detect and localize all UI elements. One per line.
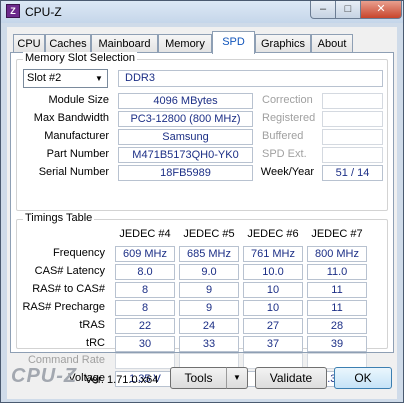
window-title: CPU-Z	[25, 5, 62, 19]
module-size-value: 4096 MBytes	[118, 93, 253, 109]
memory-type-field: DDR3	[118, 70, 383, 87]
tools-dropdown-button[interactable]: ▼	[226, 367, 248, 389]
cpuz-logo: CPU-Z	[11, 365, 78, 387]
manufacturer-label: Manufacturer	[44, 130, 109, 142]
cpuz-window: Z CPU-Z – □ ✕ CPU Caches Mainboard Memor…	[0, 0, 404, 403]
timing-cell: 10	[243, 282, 303, 298]
max-bandwidth-label: Max Bandwidth	[33, 112, 109, 124]
timings-group-title: Timings Table	[23, 212, 95, 224]
slot-select[interactable]: Slot #2 ▼	[23, 69, 108, 88]
timing-cell: 8.0	[115, 264, 175, 280]
timing-cell: 8	[115, 282, 175, 298]
memory-slot-group-title: Memory Slot Selection	[23, 52, 138, 64]
minimize-button[interactable]: –	[310, 1, 336, 19]
timing-row-label: CAS# Latency	[34, 265, 105, 277]
timing-row-label: Frequency	[53, 247, 105, 259]
ok-button[interactable]: OK	[334, 367, 392, 389]
part-number-label: Part Number	[46, 148, 109, 160]
timing-cell: 9.0	[179, 264, 239, 280]
chevron-down-icon: ▼	[95, 74, 103, 83]
buffered-label: Buffered	[262, 130, 304, 142]
timing-cell: 11	[307, 300, 367, 316]
timing-cell: 8	[115, 300, 175, 316]
max-bandwidth-value: PC3-12800 (800 MHz)	[118, 111, 253, 127]
validate-button[interactable]: Validate	[255, 367, 327, 389]
timing-row-label: RAS# to CAS#	[32, 283, 105, 295]
maximize-button[interactable]: □	[335, 1, 361, 19]
timing-cell: 27	[243, 318, 303, 334]
timing-cell: 9	[179, 300, 239, 316]
registered-label: Registered	[262, 112, 316, 124]
timing-cell: 761 MHz	[243, 246, 303, 262]
timing-cell: 30	[115, 336, 175, 352]
timing-column-header: JEDEC #4	[119, 228, 171, 240]
version-label: Ver. 1.71.0.x64	[85, 374, 159, 386]
tab-caches[interactable]: Caches	[45, 34, 91, 54]
manufacturer-value: Samsung	[118, 129, 253, 145]
tab-spd[interactable]: SPD	[212, 31, 255, 54]
timing-cell: 9	[179, 282, 239, 298]
spd-ext-label: SPD Ext.	[262, 148, 307, 160]
spd-ext-value	[322, 147, 383, 163]
footer-bar: CPU-Z Ver. 1.71.0.x64 Tools ▼ Validate O…	[7, 357, 397, 397]
serial-number-value: 18FB5989	[118, 165, 253, 181]
timing-column-header: JEDEC #7	[311, 228, 363, 240]
timing-row-label: RAS# Precharge	[22, 301, 105, 313]
slot-select-value: Slot #2	[27, 72, 62, 84]
client-area: CPU Caches Mainboard Memory SPD Graphics…	[7, 27, 397, 399]
part-number-value: M471B5173QH0-YK0	[118, 147, 253, 163]
timing-cell: 10.0	[243, 264, 303, 280]
tab-memory[interactable]: Memory	[158, 34, 212, 54]
cpuz-app-icon: Z	[6, 4, 20, 18]
timing-cell: 800 MHz	[307, 246, 367, 262]
tab-mainboard[interactable]: Mainboard	[91, 34, 158, 54]
tab-cpu[interactable]: CPU	[13, 34, 45, 54]
correction-label: Correction	[262, 94, 313, 106]
chevron-down-icon: ▼	[233, 373, 241, 382]
close-button[interactable]: ✕	[360, 1, 402, 19]
timing-cell: 609 MHz	[115, 246, 175, 262]
spd-tab-page: Memory Slot Selection Slot #2 ▼ DDR3 Mod…	[10, 52, 394, 387]
module-size-label: Module Size	[48, 94, 109, 106]
registered-value	[322, 111, 383, 127]
timing-cell: 24	[179, 318, 239, 334]
timing-cell: 685 MHz	[179, 246, 239, 262]
title-bar[interactable]: Z CPU-Z – □ ✕	[1, 1, 403, 23]
serial-number-label: Serial Number	[38, 166, 109, 178]
week-year-label: Week/Year	[260, 166, 314, 178]
timing-cell: 10	[243, 300, 303, 316]
buffered-value	[322, 129, 383, 145]
tab-about[interactable]: About	[311, 34, 353, 54]
timing-cell: 11.0	[307, 264, 367, 280]
week-year-value: 51 / 14	[322, 165, 383, 181]
timing-cell: 28	[307, 318, 367, 334]
timing-column-header: JEDEC #5	[183, 228, 235, 240]
timing-row-label: tRC	[86, 337, 105, 349]
timing-cell: 22	[115, 318, 175, 334]
correction-value	[322, 93, 383, 109]
tab-graphics[interactable]: Graphics	[255, 34, 311, 54]
timing-cell: 11	[307, 282, 367, 298]
timing-cell: 37	[243, 336, 303, 352]
memory-slot-group: Memory Slot Selection Slot #2 ▼ DDR3 Mod…	[16, 52, 388, 211]
timing-row-label: tRAS	[79, 319, 105, 331]
timing-cell: 33	[179, 336, 239, 352]
tools-button[interactable]: Tools	[170, 367, 227, 389]
timing-cell: 39	[307, 336, 367, 352]
timing-column-header: JEDEC #6	[247, 228, 299, 240]
